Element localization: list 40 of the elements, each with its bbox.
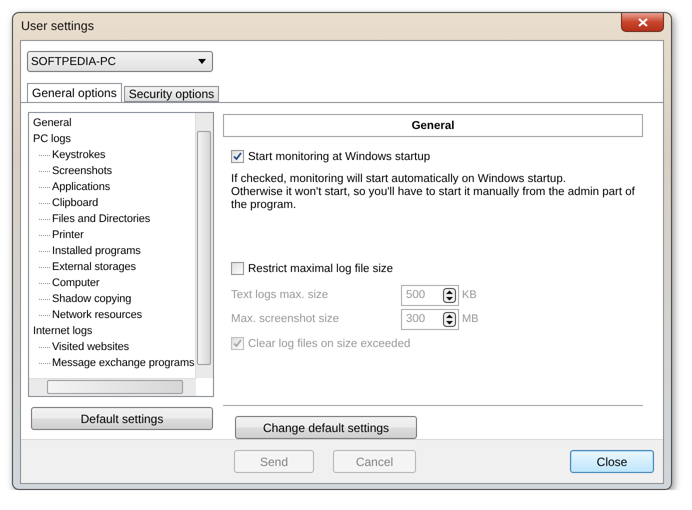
computer-dropdown[interactable]: SOFTPEDIA-PC: [27, 51, 213, 72]
unit-label: KB: [462, 289, 477, 301]
tree-item[interactable]: Applications: [52, 179, 110, 195]
tree-item[interactable]: Message exchange programs: [52, 355, 194, 371]
close-icon: [638, 18, 648, 26]
tree-item[interactable]: Shadow copying: [52, 291, 132, 307]
tab[interactable]: Security options: [124, 86, 220, 102]
tree-item[interactable]: Internet logs: [33, 323, 92, 339]
tree-item[interactable]: Visited websites: [52, 339, 130, 355]
unit-label: MB: [462, 313, 478, 325]
tree-item[interactable]: General: [33, 115, 72, 131]
tree-item[interactable]: Keystrokes: [52, 147, 106, 163]
tree-item[interactable]: Files and Directories: [52, 211, 150, 227]
field-label: Text logs max. size: [231, 289, 330, 301]
checkmark-icon: [233, 152, 242, 161]
change-default-settings-button[interactable]: Change default settings: [235, 416, 417, 439]
tree-item[interactable]: Network resources: [52, 307, 142, 323]
tree-item[interactable]: Clipboard: [52, 195, 98, 211]
checkbox-option[interactable]: Restrict maximal log file size: [231, 262, 643, 275]
spinner-arrows-icon: [443, 312, 456, 326]
tree-item[interactable]: Computer: [52, 275, 100, 291]
tree-item[interactable]: Printer: [52, 227, 84, 243]
checkbox-option[interactable]: Start monitoring at Windows startup: [231, 150, 643, 163]
dialog-button[interactable]: Close: [570, 450, 654, 473]
horizontal-scrollbar[interactable]: [29, 378, 196, 396]
section-header: General: [223, 114, 643, 137]
tab[interactable]: General options: [27, 83, 122, 102]
window-title: User settings: [21, 19, 95, 33]
vertical-scrollbar[interactable]: [195, 113, 213, 378]
checkmark-icon: [233, 339, 242, 348]
close-button[interactable]: [621, 13, 664, 32]
tree-item[interactable]: Installed programs: [52, 243, 141, 259]
spinner-arrows-icon: [443, 288, 456, 302]
tree-item[interactable]: PC logs: [33, 131, 71, 147]
tree-item[interactable]: Screenshots: [52, 163, 112, 179]
caret-icon: [198, 59, 206, 64]
field-label: Max. screenshot size: [231, 313, 340, 325]
default-settings-button[interactable]: Default settings: [31, 407, 213, 430]
tree-item[interactable]: External storages: [52, 259, 136, 275]
description-text: If checked, monitoring will start automatically on Windows startup. Otherwise it won't start, so you'll have to start it manually from the admin part of the program.: [231, 173, 636, 212]
